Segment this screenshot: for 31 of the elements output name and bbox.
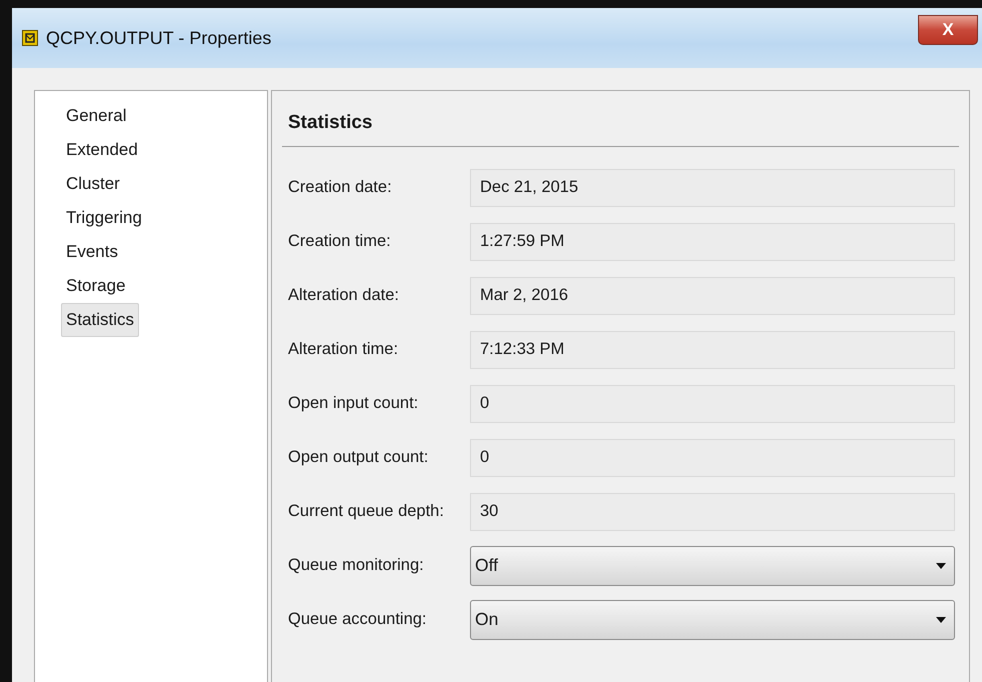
field-label: Open output count:: [288, 447, 430, 468]
field-label: Open input count:: [288, 393, 420, 414]
sidebar-item[interactable]: Events: [61, 235, 123, 269]
field-label: Creation date:: [288, 177, 393, 198]
close-button[interactable]: X: [918, 15, 978, 45]
field-label: Alteration time:: [288, 339, 400, 360]
readonly-field[interactable]: 1:27:59 PM: [470, 222, 955, 260]
queue-icon: [22, 30, 38, 46]
field-label: Creation time:: [288, 231, 392, 252]
readonly-field[interactable]: 7:12:33 PM: [470, 330, 955, 368]
field-label: Queue accounting:: [288, 609, 428, 630]
dropdown[interactable]: On: [470, 600, 955, 640]
sidebar-item[interactable]: Storage: [61, 269, 131, 303]
readonly-field[interactable]: 0: [470, 438, 955, 476]
window-title: QCPY.OUTPUT - Properties: [46, 26, 272, 50]
section-title: Statistics: [282, 105, 959, 146]
caret-icon: [936, 562, 946, 568]
sidebar-item[interactable]: Statistics: [61, 303, 140, 337]
caret-icon: [936, 616, 946, 622]
field-label: Alteration date:: [288, 285, 400, 306]
readonly-field[interactable]: 30: [470, 492, 955, 530]
field-label: Current queue depth:: [288, 501, 445, 522]
readonly-field[interactable]: Mar 2, 2016: [470, 276, 955, 314]
readonly-field[interactable]: Dec 21, 2015: [470, 168, 955, 206]
field-label: Queue monitoring:: [288, 555, 425, 576]
sidebar-item[interactable]: Extended: [61, 133, 143, 167]
readonly-field[interactable]: 0: [470, 384, 955, 422]
dropdown[interactable]: Off: [470, 546, 955, 586]
sidebar-item[interactable]: Cluster: [61, 167, 125, 201]
sidebar-item[interactable]: General: [61, 99, 132, 133]
sidebar-item[interactable]: Triggering: [61, 201, 147, 235]
